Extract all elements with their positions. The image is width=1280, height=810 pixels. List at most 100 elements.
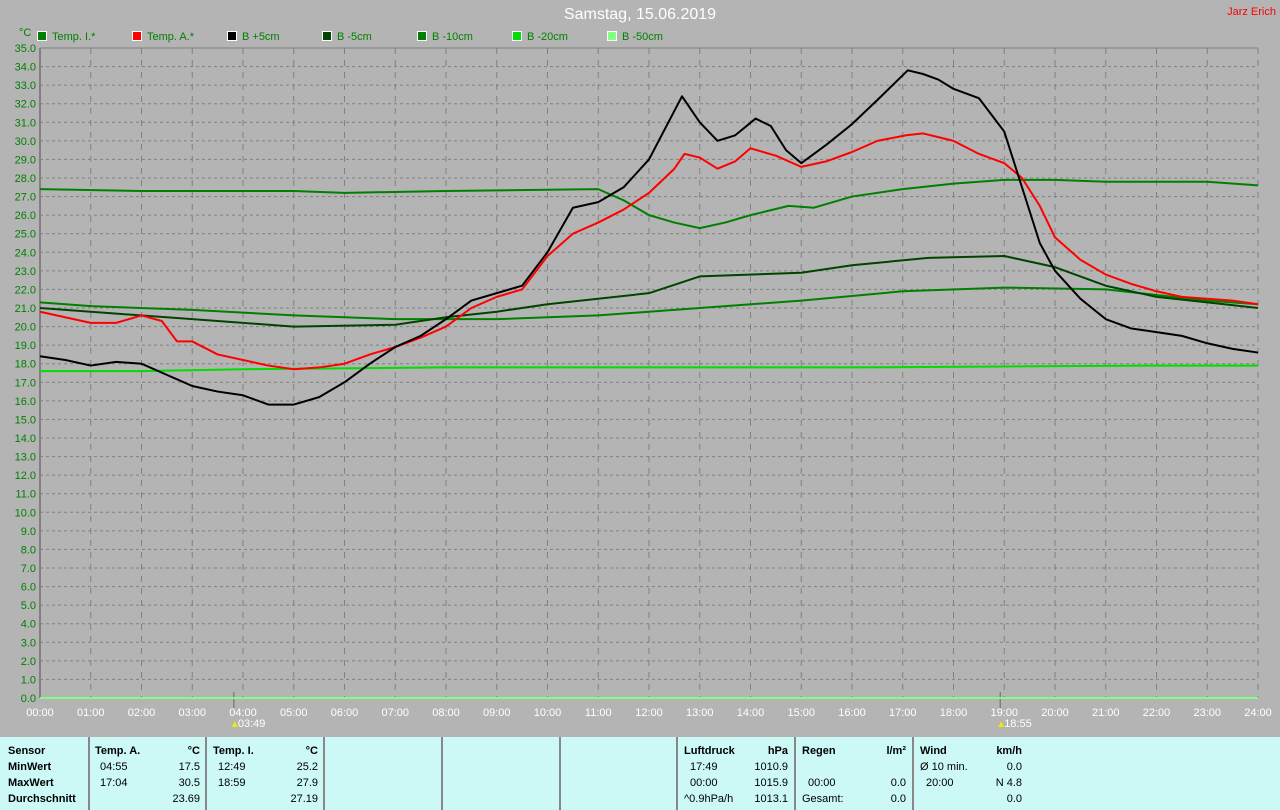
x-tick-label: 21:00 <box>1092 707 1120 719</box>
rain-r3a: Gesamt: <box>802 793 844 805</box>
temp-i-avg: 27.19 <box>290 793 318 805</box>
y-tick-label: 10.0 <box>15 507 36 519</box>
y-tick-label: 0.0 <box>21 693 36 705</box>
temp-a-max: 30.5 <box>178 777 200 789</box>
y-tick-label: 14.0 <box>15 433 36 445</box>
y-tick-label: 28.0 <box>15 173 36 185</box>
sunset-time-label: 18:55 <box>1004 718 1032 730</box>
y-tick-label: 23.0 <box>15 266 36 278</box>
y-tick-label: 17.0 <box>15 377 36 389</box>
pressure-r2b: 1015.9 <box>754 777 788 789</box>
y-tick-label: 24.0 <box>15 247 36 259</box>
x-tick-label: 02:00 <box>128 707 156 719</box>
temp-i-unit: °C <box>305 745 318 757</box>
x-tick-label: 22:00 <box>1143 707 1171 719</box>
wind-r2a: 20:00 <box>926 777 954 789</box>
x-tick-label: 18:00 <box>940 707 968 719</box>
y-tick-label: 34.0 <box>15 62 36 74</box>
wind-r3b: 0.0 <box>1006 793 1022 805</box>
x-tick-label: 08:00 <box>432 707 460 719</box>
temp-i-min: 25.2 <box>296 761 318 773</box>
rain-r3b: 0.0 <box>890 793 906 805</box>
y-tick-label: 31.0 <box>15 117 36 129</box>
rain-header: Regen <box>802 745 836 757</box>
y-tick-label: 3.0 <box>21 637 36 649</box>
x-tick-label: 10:00 <box>534 707 562 719</box>
sunrise-time-label: 03:49 <box>238 718 266 730</box>
y-tick-label: 4.0 <box>21 619 36 631</box>
pressure-r1a: 17:49 <box>690 761 718 773</box>
wind-r1b: 0.0 <box>1006 761 1022 773</box>
y-tick-label: 29.0 <box>15 154 36 166</box>
row-label-avg: Durchschnitt <box>8 793 76 805</box>
y-tick-label: 1.0 <box>21 674 36 686</box>
y-tick-label: 7.0 <box>21 563 36 575</box>
y-tick-label: 21.0 <box>15 303 36 315</box>
pressure-r3b: 1013.1 <box>754 793 788 805</box>
rain-r2b: 0.0 <box>890 777 906 789</box>
stats-table: Sensor MinWert MaxWert Durchschnitt Temp… <box>0 737 1280 810</box>
x-tick-label: 09:00 <box>483 707 511 719</box>
y-tick-label: 8.0 <box>21 544 36 556</box>
y-tick-label: 19.0 <box>15 340 36 352</box>
temp-a-avg: 23.69 <box>172 793 200 805</box>
temp-a-unit: °C <box>187 745 200 757</box>
pressure-r1b: 1010.9 <box>754 761 788 773</box>
rain-r2a: 00:00 <box>808 777 836 789</box>
x-tick-label: 12:00 <box>635 707 663 719</box>
y-tick-label: 26.0 <box>15 210 36 222</box>
temp-a-header: Temp. A. <box>95 745 141 757</box>
y-tick-label: 6.0 <box>21 582 36 594</box>
y-tick-label: 9.0 <box>21 526 36 538</box>
x-tick-label: 17:00 <box>889 707 917 719</box>
x-tick-label: 07:00 <box>381 707 409 719</box>
temp-i-min-time: 12:49 <box>218 761 246 773</box>
temp-i-max: 27.9 <box>296 777 318 789</box>
pressure-unit: hPa <box>767 745 788 757</box>
wind-unit: km/h <box>996 745 1022 757</box>
rain-unit: l/m² <box>886 745 906 757</box>
temp-i-header: Temp. I. <box>213 745 254 757</box>
y-tick-label: 33.0 <box>15 80 36 92</box>
x-tick-label: 14:00 <box>737 707 765 719</box>
temp-a-max-time: 17:04 <box>100 777 128 789</box>
wind-header: Wind <box>920 745 947 757</box>
temp-i-max-time: 18:59 <box>218 777 246 789</box>
y-tick-label: 16.0 <box>15 396 36 408</box>
y-tick-label: 35.0 <box>15 43 36 55</box>
x-tick-label: 03:00 <box>178 707 206 719</box>
chart-plot: 0.0 1.0 2.0 3.0 4.0 5.0 6.0 7.0 8.0 9.0 10.0 11.0 12… <box>15 43 1272 730</box>
wind-r2b: N 4.8 <box>995 777 1022 789</box>
row-label-max: MaxWert <box>8 777 54 789</box>
x-tick-label: 15:00 <box>787 707 815 719</box>
x-tick-label: 20:00 <box>1041 707 1069 719</box>
x-tick-label: 11:00 <box>585 707 612 719</box>
y-tick-label: 15.0 <box>15 414 36 426</box>
y-tick-label: 32.0 <box>15 99 36 111</box>
temp-a-min: 17.5 <box>178 761 200 773</box>
y-tick-label: 30.0 <box>15 136 36 148</box>
x-tick-label: 05:00 <box>280 707 308 719</box>
sensor-header: Sensor <box>8 745 46 757</box>
x-tick-label: 23:00 <box>1193 707 1221 719</box>
temp-a-min-time: 04:55 <box>100 761 128 773</box>
x-tick-label: 00:00 <box>26 707 54 719</box>
x-tick-label: 24:00 <box>1244 707 1272 719</box>
y-tick-label: 11.0 <box>15 489 36 501</box>
y-tick-label: 27.0 <box>15 192 36 204</box>
wind-r1a: Ø 10 min. <box>920 761 968 773</box>
pressure-header: Luftdruck <box>684 745 735 757</box>
x-tick-label: 13:00 <box>686 707 714 719</box>
y-tick-label: 25.0 <box>15 229 36 241</box>
pressure-r2a: 00:00 <box>690 777 718 789</box>
x-tick-label: 01:00 <box>77 707 105 719</box>
y-tick-label: 22.0 <box>15 284 36 296</box>
y-tick-label: 12.0 <box>15 470 36 482</box>
series-line-b--20cm <box>40 364 1258 373</box>
y-tick-label: 18.0 <box>15 359 36 371</box>
y-tick-label: 2.0 <box>21 656 36 668</box>
x-tick-label: 16:00 <box>838 707 866 719</box>
y-tick-label: 13.0 <box>15 452 36 464</box>
pressure-r3a: ^0.9hPa/h <box>684 793 734 805</box>
y-tick-label: 5.0 <box>21 600 36 612</box>
